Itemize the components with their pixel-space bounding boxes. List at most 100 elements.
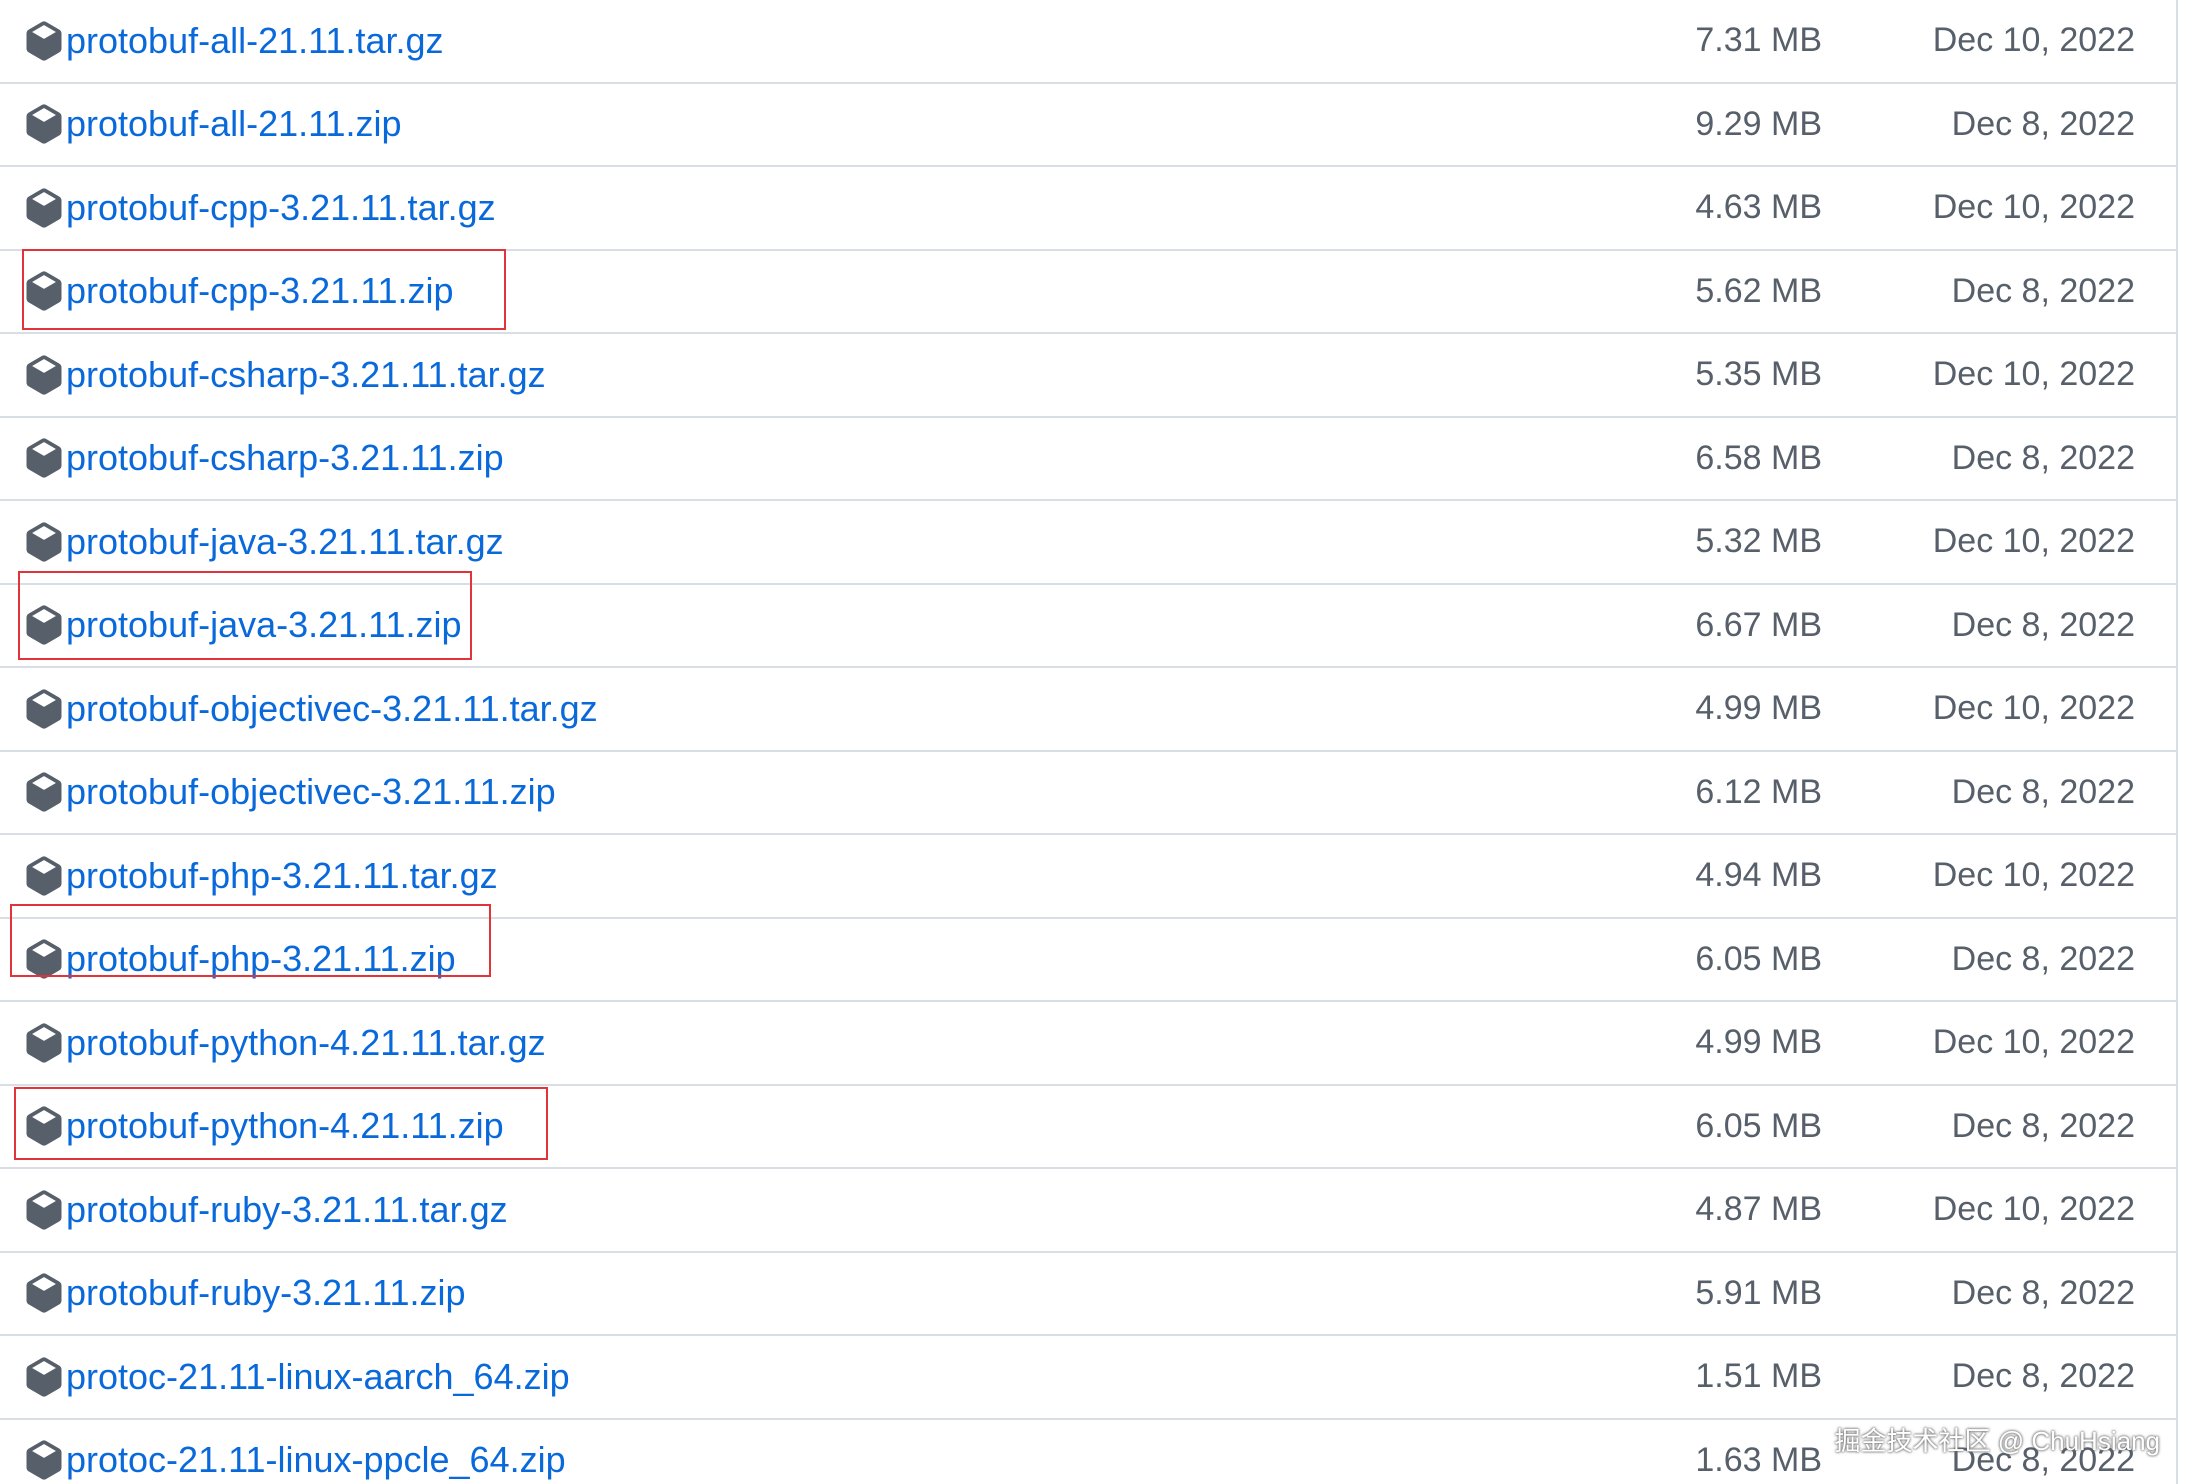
asset-size: 7.31 MB (1695, 21, 1822, 60)
package-icon (24, 856, 64, 896)
asset-size: 6.12 MB (1695, 772, 1822, 811)
asset-row: protobuf-all-21.11.tar.gz 7.31 MB Dec 10… (0, 0, 2176, 84)
asset-row: protobuf-csharp-3.21.11.tar.gz 5.35 MB D… (0, 334, 2176, 418)
asset-date: Dec 10, 2022 (1932, 1190, 2135, 1229)
asset-size: 5.62 MB (1695, 271, 1822, 310)
asset-download-link[interactable]: protobuf-ruby-3.21.11.zip (24, 1253, 466, 1335)
asset-row: protobuf-ruby-3.21.11.zip 5.91 MB Dec 8,… (0, 1253, 2176, 1336)
asset-date: Dec 10, 2022 (1932, 21, 2135, 60)
package-icon (24, 21, 64, 61)
asset-download-link[interactable]: protobuf-csharp-3.21.11.zip (24, 418, 504, 500)
asset-size: 4.99 MB (1695, 1023, 1822, 1062)
package-icon (24, 1273, 64, 1313)
asset-size: 6.05 MB (1695, 1106, 1822, 1145)
asset-download-link[interactable]: protoc-21.11-linux-ppcle_64.zip (24, 1420, 566, 1484)
asset-download-link[interactable]: protobuf-java-3.21.11.tar.gz (24, 501, 504, 583)
package-icon (24, 689, 64, 729)
asset-name: protobuf-php-3.21.11.tar.gz (66, 854, 498, 896)
asset-size: 4.87 MB (1695, 1190, 1822, 1229)
asset-row: protobuf-ruby-3.21.11.tar.gz 4.87 MB Dec… (0, 1169, 2176, 1253)
package-icon (24, 271, 64, 311)
package-icon (24, 1190, 64, 1230)
package-icon (24, 939, 64, 979)
asset-download-link[interactable]: protobuf-all-21.11.zip (24, 84, 402, 166)
asset-name: protobuf-ruby-3.21.11.zip (66, 1272, 466, 1314)
asset-download-link[interactable]: protoc-21.11-linux-aarch_64.zip (24, 1336, 570, 1418)
asset-size: 1.63 MB (1695, 1440, 1822, 1479)
asset-row: protobuf-objectivec-3.21.11.tar.gz 4.99 … (0, 668, 2176, 752)
asset-row: protobuf-objectivec-3.21.11.zip 6.12 MB … (0, 752, 2176, 835)
asset-size: 5.91 MB (1695, 1273, 1822, 1312)
asset-date: Dec 8, 2022 (1951, 1273, 2135, 1312)
asset-row: protobuf-cpp-3.21.11.tar.gz 4.63 MB Dec … (0, 167, 2176, 251)
asset-name: protoc-21.11-linux-ppcle_64.zip (66, 1439, 566, 1481)
asset-date: Dec 10, 2022 (1932, 856, 2135, 895)
asset-row: protobuf-java-3.21.11.zip 6.67 MB Dec 8,… (0, 585, 2176, 668)
asset-download-link[interactable]: protobuf-python-4.21.11.tar.gz (24, 1002, 546, 1084)
asset-download-link[interactable]: protobuf-objectivec-3.21.11.tar.gz (24, 668, 598, 750)
asset-download-link[interactable]: protobuf-cpp-3.21.11.zip (24, 251, 454, 333)
asset-date: Dec 10, 2022 (1932, 522, 2135, 561)
package-icon (24, 188, 64, 228)
asset-row: protobuf-csharp-3.21.11.zip 6.58 MB Dec … (0, 418, 2176, 501)
asset-name: protobuf-php-3.21.11.zip (66, 938, 456, 980)
asset-name: protoc-21.11-linux-aarch_64.zip (66, 1355, 570, 1397)
asset-name: protobuf-objectivec-3.21.11.tar.gz (66, 687, 598, 729)
asset-size: 4.63 MB (1695, 188, 1822, 227)
asset-download-link[interactable]: protobuf-objectivec-3.21.11.zip (24, 752, 556, 834)
asset-date: Dec 10, 2022 (1932, 689, 2135, 728)
watermark: 掘金技术社区 @ ChuHsiang (1834, 1426, 2160, 1456)
asset-name: protobuf-csharp-3.21.11.tar.gz (66, 353, 546, 395)
asset-size: 5.35 MB (1695, 355, 1822, 394)
asset-date: Dec 8, 2022 (1951, 1106, 2135, 1145)
asset-date: Dec 10, 2022 (1932, 355, 2135, 394)
asset-download-link[interactable]: protobuf-php-3.21.11.tar.gz (24, 835, 498, 917)
asset-row: protobuf-java-3.21.11.tar.gz 5.32 MB Dec… (0, 501, 2176, 585)
asset-size: 6.58 MB (1695, 438, 1822, 477)
asset-name: protobuf-java-3.21.11.zip (66, 604, 462, 646)
asset-row: protobuf-php-3.21.11.tar.gz 4.94 MB Dec … (0, 835, 2176, 919)
package-icon (24, 522, 64, 562)
package-icon (24, 772, 64, 812)
asset-date: Dec 8, 2022 (1951, 939, 2135, 978)
asset-download-link[interactable]: protobuf-java-3.21.11.zip (24, 585, 462, 667)
asset-name: protobuf-csharp-3.21.11.zip (66, 437, 504, 479)
asset-size: 4.99 MB (1695, 689, 1822, 728)
package-icon (24, 1357, 64, 1397)
asset-row: protobuf-python-4.21.11.zip 6.05 MB Dec … (0, 1086, 2176, 1169)
asset-size: 6.05 MB (1695, 939, 1822, 978)
asset-size: 9.29 MB (1695, 104, 1822, 143)
asset-row: protobuf-php-3.21.11.zip 6.05 MB Dec 8, … (0, 919, 2176, 1002)
package-icon (24, 104, 64, 144)
asset-name: protobuf-python-4.21.11.tar.gz (66, 1021, 546, 1063)
package-icon (24, 1023, 64, 1063)
asset-name: protobuf-cpp-3.21.11.tar.gz (66, 186, 496, 228)
asset-name: protobuf-all-21.11.tar.gz (66, 19, 444, 61)
asset-name: protobuf-ruby-3.21.11.tar.gz (66, 1188, 508, 1230)
asset-download-link[interactable]: protobuf-python-4.21.11.zip (24, 1086, 504, 1168)
asset-date: Dec 8, 2022 (1951, 271, 2135, 310)
asset-name: protobuf-objectivec-3.21.11.zip (66, 771, 556, 813)
asset-download-link[interactable]: protobuf-php-3.21.11.zip (24, 919, 456, 1001)
package-icon (24, 605, 64, 645)
package-icon (24, 1440, 64, 1480)
asset-size: 6.67 MB (1695, 605, 1822, 644)
asset-download-link[interactable]: protobuf-csharp-3.21.11.tar.gz (24, 334, 546, 416)
asset-download-link[interactable]: protobuf-ruby-3.21.11.tar.gz (24, 1169, 508, 1251)
asset-download-link[interactable]: protobuf-cpp-3.21.11.tar.gz (24, 167, 496, 249)
package-icon (24, 438, 64, 478)
asset-name: protobuf-all-21.11.zip (66, 103, 402, 145)
asset-size: 4.94 MB (1695, 856, 1822, 895)
asset-size: 5.32 MB (1695, 522, 1822, 561)
asset-name: protobuf-python-4.21.11.zip (66, 1105, 504, 1147)
asset-date: Dec 8, 2022 (1951, 438, 2135, 477)
asset-date: Dec 10, 2022 (1932, 188, 2135, 227)
package-icon (24, 355, 64, 395)
package-icon (24, 1106, 64, 1146)
asset-size: 1.51 MB (1695, 1357, 1822, 1396)
asset-download-link[interactable]: protobuf-all-21.11.tar.gz (24, 0, 444, 82)
asset-date: Dec 8, 2022 (1951, 1357, 2135, 1396)
asset-date: Dec 8, 2022 (1951, 104, 2135, 143)
release-assets-list: protobuf-all-21.11.tar.gz 7.31 MB Dec 10… (0, 0, 2178, 1484)
asset-row: protobuf-python-4.21.11.tar.gz 4.99 MB D… (0, 1002, 2176, 1086)
